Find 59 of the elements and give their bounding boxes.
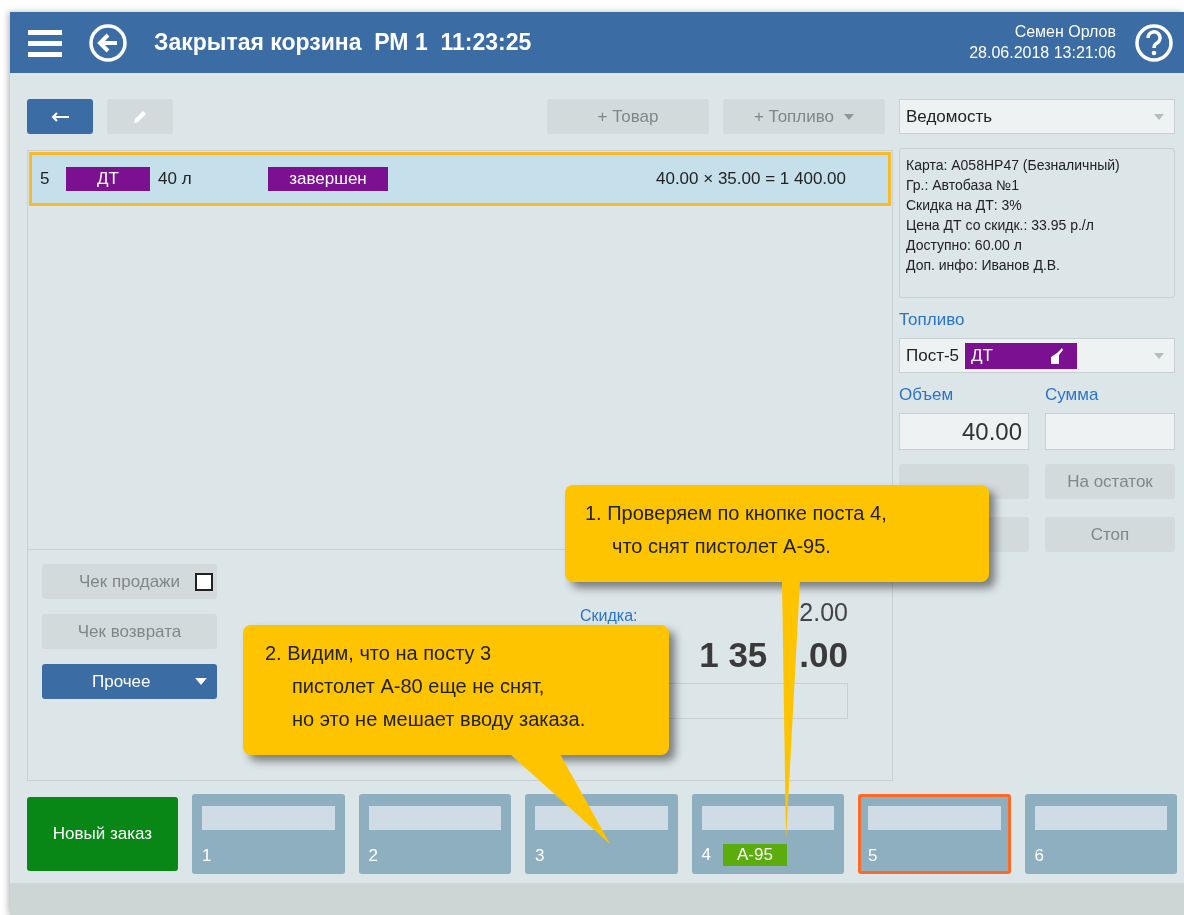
payment-dropdown[interactable]: Ведомость xyxy=(899,99,1175,134)
amount-label: Сумма xyxy=(1045,385,1100,405)
pump-post-tile[interactable]: 3 xyxy=(525,794,678,874)
volume-text: 40 л xyxy=(158,169,193,189)
arrow-left-icon xyxy=(51,111,69,122)
info-line: Доп. инфо: Иванов Д.В. xyxy=(906,257,1061,273)
pump-post-tile[interactable]: 2 xyxy=(358,794,511,874)
post-number: 1 xyxy=(202,846,212,866)
total-amount: 1 35 xyxy=(699,635,768,675)
fuel-dropdown[interactable]: Пост-5 ДТ xyxy=(899,338,1175,373)
discount-value: 2.00 xyxy=(799,598,848,627)
dropdown-arrow-icon xyxy=(1154,113,1164,120)
new-order-button[interactable]: Новый заказ xyxy=(27,797,178,871)
status-tag: завершен xyxy=(268,167,388,191)
other-dropdown[interactable]: Прочее xyxy=(42,664,217,699)
pump-post-tile[interactable]: 1 xyxy=(192,794,345,874)
info-line: Скидка на ДТ: 3% xyxy=(906,197,1023,213)
fuel-nozzle-icon xyxy=(1049,347,1064,364)
help-icon[interactable] xyxy=(1134,22,1174,63)
fuel-tag: ДТ xyxy=(965,342,1078,369)
dropdown-arrow-icon xyxy=(844,113,855,120)
return-receipt-button[interactable]: Чек возврата xyxy=(42,614,217,649)
back-icon[interactable] xyxy=(88,22,128,63)
stop-button[interactable]: Стоп xyxy=(1045,517,1175,552)
window-title: Закрытая корзина РМ 1 11:23:25 xyxy=(154,29,533,56)
callout-tooltip: 1. Проверяем по кнопке поста 4, что снят пистолет А-95. xyxy=(565,485,989,582)
user-name: Семен Орлов xyxy=(1014,23,1116,41)
fuel-tag: ДТ xyxy=(66,167,150,191)
back-button[interactable] xyxy=(27,99,93,134)
pump-post-tile[interactable]: 5 xyxy=(858,794,1011,874)
pump-post-tile[interactable]: 6 xyxy=(1024,794,1177,874)
total-amount: .00 xyxy=(799,635,848,675)
info-line: Гр.: Автобаза №1 xyxy=(906,177,1020,193)
post-number: 2 xyxy=(368,846,378,866)
amount-field[interactable] xyxy=(1045,413,1175,450)
info-line: Доступно: 60.00 л xyxy=(906,237,1023,253)
post-number: 6 xyxy=(1034,846,1044,866)
post-number: 4 xyxy=(701,845,711,865)
fuel-label: Топливо xyxy=(899,310,966,330)
dropdown-arrow-icon xyxy=(1154,352,1164,359)
post-number: 5 xyxy=(868,846,878,866)
volume-label: Объем xyxy=(899,385,955,405)
nozzle-tag: А-95 xyxy=(722,844,787,866)
order-row[interactable]: 5 ДТ 40 л завершен 40.00 × 35.00 = 1 400.00 xyxy=(29,152,891,206)
date-time: 28.06.2018 13:21:06 xyxy=(969,44,1116,62)
volume-field[interactable]: 40.00 xyxy=(899,413,1029,450)
post-number: 3 xyxy=(535,846,545,866)
row-number: 5 xyxy=(40,169,51,189)
sale-receipt-button[interactable]: Чек продажи xyxy=(42,564,217,599)
discount-label: Скидка: xyxy=(580,607,638,625)
dropdown-arrow-icon xyxy=(195,678,207,685)
price-calculation: 40.00 × 35.00 = 1 400.00 xyxy=(656,169,846,189)
info-line: Карта: А058НР47 (Безналичный) xyxy=(906,157,1121,173)
add-goods-button[interactable]: + Товар xyxy=(547,99,709,134)
pump-post-tile[interactable]: 4 А-95 xyxy=(691,794,844,874)
info-line: Цена ДТ со скидк.: 33.95 р./л xyxy=(906,217,1095,233)
remainder-button[interactable]: На остаток xyxy=(1045,464,1175,499)
menu-icon[interactable] xyxy=(28,27,62,58)
add-fuel-button[interactable]: + Топливо xyxy=(723,99,885,134)
